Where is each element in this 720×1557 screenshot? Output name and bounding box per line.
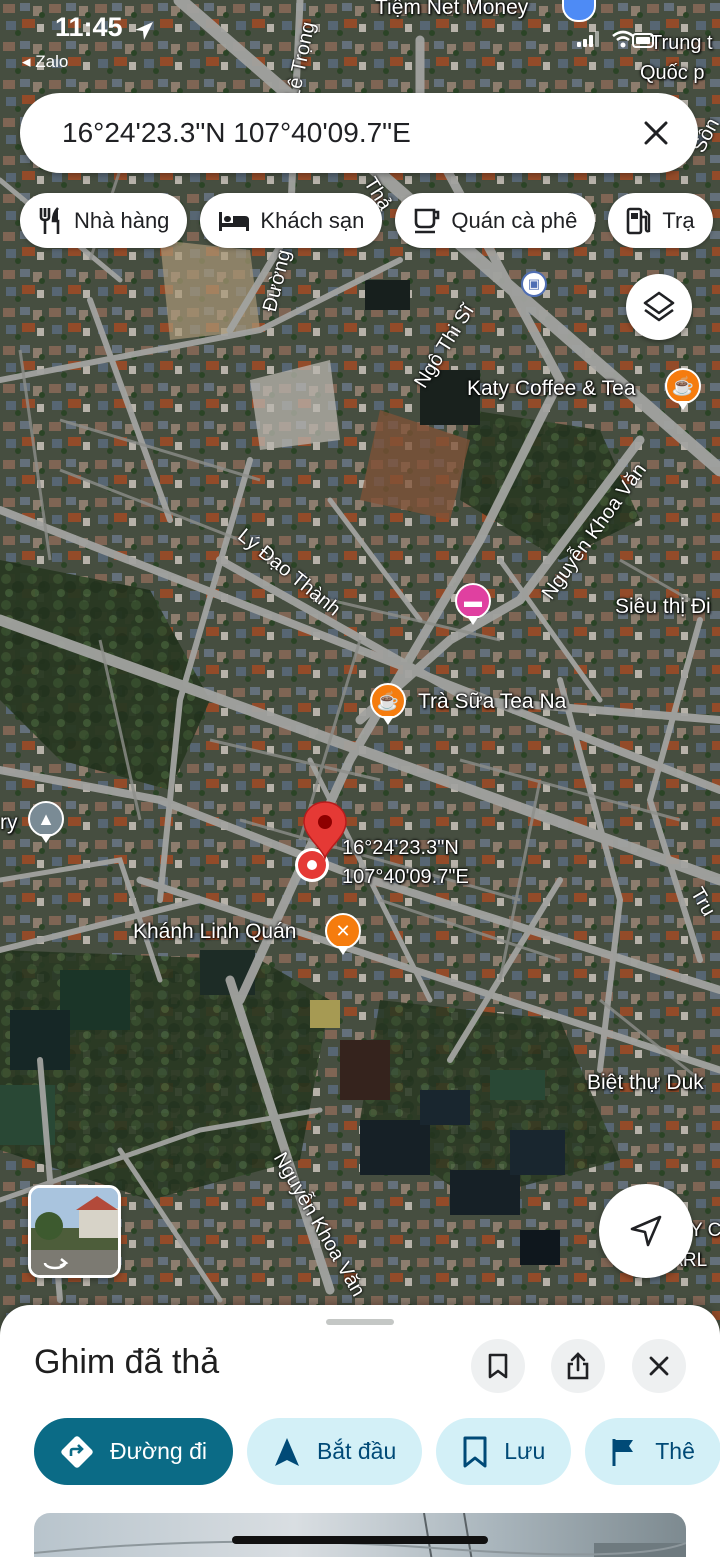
place-photo-image bbox=[34, 1513, 686, 1557]
bookmark-icon bbox=[488, 1353, 508, 1379]
save-label: Lưu bbox=[504, 1438, 546, 1464]
directions-label: Đường đi bbox=[110, 1438, 207, 1464]
battery-icon bbox=[632, 33, 654, 48]
layers-button[interactable] bbox=[626, 274, 692, 340]
chip-hotels[interactable]: Khách sạn bbox=[200, 193, 383, 248]
place-photo[interactable] bbox=[34, 1513, 686, 1557]
start-label: Bắt đầu bbox=[316, 1438, 397, 1464]
save-round-button[interactable] bbox=[471, 1339, 525, 1393]
place-label[interactable]: Biệt thự Duk bbox=[587, 1071, 704, 1095]
pin-lat-label: 16°24'23.3"N bbox=[342, 837, 459, 859]
chip-restaurants[interactable]: Nhà hàng bbox=[20, 193, 188, 248]
back-to-app-link[interactable]: ◂ Zalo bbox=[22, 52, 68, 72]
restaurant-poi-icon[interactable]: ✕ bbox=[325, 913, 361, 955]
bus-stop-icon[interactable]: ▣ bbox=[521, 271, 547, 297]
flag-icon bbox=[612, 1438, 634, 1466]
more-button[interactable]: Thê bbox=[585, 1418, 720, 1485]
save-button[interactable]: Lưu bbox=[436, 1418, 572, 1485]
drag-handle[interactable] bbox=[326, 1319, 394, 1325]
hotel-poi-icon[interactable]: ▬ bbox=[455, 583, 491, 625]
status-icons bbox=[577, 30, 635, 48]
home-indicator[interactable] bbox=[232, 1536, 488, 1544]
coffee-icon bbox=[415, 208, 440, 233]
close-sheet-button[interactable] bbox=[632, 1339, 686, 1393]
pin-lng-label: 107°40'09.7"E bbox=[342, 866, 469, 888]
bookmark-icon bbox=[463, 1436, 487, 1467]
place-label[interactable]: Trung t bbox=[650, 32, 713, 55]
bed-icon bbox=[219, 211, 250, 231]
location-arrow-icon bbox=[135, 22, 153, 40]
place-label[interactable]: Tiệm Net Money bbox=[375, 0, 528, 20]
gas-station-icon bbox=[627, 207, 651, 234]
status-time: 11:45 bbox=[55, 12, 123, 42]
chip-gas[interactable]: Trạ bbox=[608, 193, 713, 248]
sheet-title: Ghim đã thả bbox=[34, 1343, 220, 1381]
navigation-arrow-icon bbox=[630, 1215, 662, 1247]
fork-knife-icon bbox=[39, 206, 60, 234]
navigation-arrow-icon bbox=[274, 1437, 299, 1466]
search-query[interactable]: 16°24'23.3"N 107°40'09.7"E bbox=[62, 117, 411, 149]
close-icon bbox=[649, 1356, 669, 1376]
action-buttons: Đường đi Bắt đầu Lưu Thê bbox=[34, 1418, 720, 1485]
layers-icon bbox=[643, 291, 675, 322]
signal-icon bbox=[577, 31, 599, 47]
place-sheet[interactable]: Ghim đã thả Đường đi Bắt đầu Lưu Thê bbox=[0, 1305, 720, 1557]
close-icon[interactable] bbox=[636, 113, 676, 153]
chip-label: Quán cà phê bbox=[451, 207, 578, 233]
more-label: Thê bbox=[655, 1438, 695, 1464]
coffee-poi-icon[interactable]: ☕ bbox=[370, 683, 406, 725]
category-chips: Nhà hàng Khách sạn Quán cà phê Trạ bbox=[20, 193, 713, 248]
share-button[interactable] bbox=[551, 1339, 605, 1393]
place-label[interactable]: Khánh Linh Quán bbox=[133, 920, 296, 944]
park-poi-icon[interactable]: ▲ bbox=[28, 801, 64, 843]
share-icon bbox=[567, 1352, 589, 1380]
coffee-poi-icon[interactable]: ☕ bbox=[665, 368, 701, 410]
place-label[interactable]: Trà Sữa Tea Na bbox=[418, 690, 566, 714]
directions-icon bbox=[61, 1435, 93, 1468]
street-view-thumbnail[interactable] bbox=[28, 1185, 121, 1278]
chip-coffee[interactable]: Quán cà phê bbox=[395, 193, 596, 248]
chip-label: Khách sạn bbox=[260, 207, 365, 233]
start-button[interactable]: Bắt đầu bbox=[246, 1418, 423, 1485]
chip-label: Trạ bbox=[662, 207, 695, 233]
directions-button[interactable]: Đường đi bbox=[34, 1418, 233, 1485]
place-label[interactable]: ry bbox=[0, 811, 18, 835]
my-location-button[interactable] bbox=[599, 1184, 693, 1278]
search-bar[interactable]: 16°24'23.3"N 107°40'09.7"E bbox=[20, 93, 698, 173]
place-label[interactable]: Y C bbox=[690, 1220, 720, 1242]
street-view-image bbox=[31, 1188, 118, 1275]
place-label[interactable]: Katy Coffee & Tea bbox=[467, 377, 636, 401]
chip-label: Nhà hàng bbox=[74, 207, 170, 233]
place-label[interactable]: Quốc p bbox=[640, 62, 704, 85]
place-label[interactable]: Siêu thị Đi bbox=[615, 595, 711, 619]
